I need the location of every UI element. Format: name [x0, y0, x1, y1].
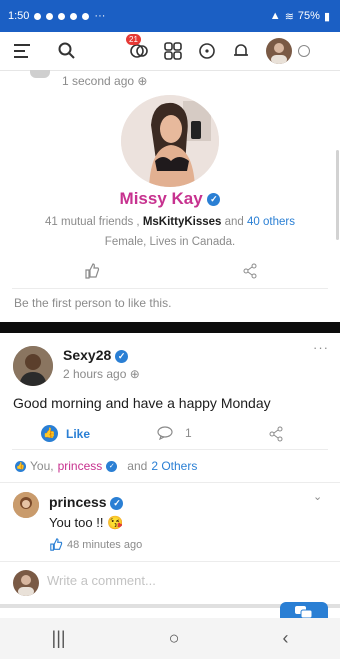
like-label: Like — [66, 426, 91, 441]
post-author[interactable]: Sexy28 — [63, 347, 111, 363]
comment-author-row: princess ✓ — [49, 494, 124, 510]
verified-icon: ✓ — [115, 349, 129, 363]
my-avatar — [13, 570, 39, 596]
verified-icon: ✓ — [110, 496, 124, 510]
signal-icon: ▲ — [269, 10, 281, 22]
post-timestamp: 2 hours ago ⊕ — [63, 367, 140, 381]
menu-icon[interactable] — [12, 40, 34, 62]
scrollbar[interactable] — [336, 150, 339, 240]
reaction-and: and — [127, 459, 148, 473]
post-separator — [0, 322, 340, 333]
author-avatar-partial — [30, 70, 50, 78]
notification-icon — [82, 12, 90, 20]
system-nav-bar: ||| ○ ‹ — [0, 618, 340, 659]
search-icon[interactable] — [56, 40, 78, 62]
notification-icon — [58, 12, 66, 20]
battery-icon: ▮ — [323, 10, 330, 23]
settings-icon[interactable] — [298, 45, 310, 57]
notification-icon — [46, 12, 54, 20]
top-nav: 21 — [0, 32, 340, 71]
chevron-down-icon[interactable]: ⌄ — [313, 490, 322, 503]
comment-text: You too !! — [49, 515, 104, 530]
reaction-you: You, — [30, 459, 54, 473]
status-bar: 1:50 ··· ▲ ≋ 75% ▮ — [0, 0, 340, 32]
recent-apps-icon[interactable]: ||| — [52, 628, 66, 649]
profile-avatar[interactable] — [266, 38, 292, 64]
reactions-summary[interactable]: 👍 You, princess ✓ and 2 Others — [15, 459, 197, 473]
status-time: 1:50 — [8, 10, 30, 22]
share-icon[interactable] — [268, 426, 284, 447]
reaction-others[interactable]: 2 Others — [151, 459, 197, 473]
author-avatar[interactable] — [13, 346, 53, 386]
wifi-icon: ≋ — [284, 10, 294, 23]
like-button[interactable]: 👍 Like — [41, 425, 90, 442]
suggested-user-name-row: Missy Kay ✓ — [0, 189, 340, 209]
suggested-user-name[interactable]: Missy Kay — [120, 189, 203, 208]
comment-text-row: You too !! 😘 — [49, 515, 123, 531]
comment-count: 1 — [185, 426, 192, 440]
suggested-user-info: Female, Lives in Canada. — [104, 236, 236, 248]
status-more: ··· — [94, 10, 106, 22]
reaction-friend[interactable]: princess — [58, 459, 103, 473]
comment-author[interactable]: princess — [49, 494, 107, 510]
mutual-count: 41 mutual friends , — [45, 216, 140, 228]
notification-badge: 21 — [126, 34, 141, 45]
post-timestamp: 1 second ago ⊕ — [62, 74, 148, 88]
globe-icon: ⊕ — [137, 74, 148, 88]
messages-icon[interactable] — [196, 40, 218, 62]
like-prompt: Be the first person to like this. — [14, 296, 172, 310]
globe-icon: ⊕ — [129, 367, 140, 381]
comment-input[interactable]: Write a comment... — [47, 573, 156, 588]
suggested-user-photo[interactable] — [121, 95, 219, 187]
divider — [0, 561, 340, 562]
verified-icon: ✓ — [106, 460, 118, 472]
chat-icon — [295, 606, 313, 619]
home-icon[interactable]: ○ — [169, 628, 180, 649]
groups-icon[interactable] — [162, 40, 184, 62]
emoji-icon: 😘 — [107, 515, 124, 530]
mutual-friends: 41 mutual friends , MsKittyKisses and 40… — [0, 216, 340, 228]
comment-button[interactable]: 1 — [157, 426, 192, 440]
comment-like-icon — [50, 538, 63, 551]
friend-requests-icon[interactable]: 21 — [126, 34, 150, 62]
notification-icon — [70, 12, 78, 20]
more-options-icon[interactable]: ··· — [313, 340, 329, 355]
post-author-row: Sexy28 ✓ — [63, 347, 129, 363]
comment-icon — [157, 426, 173, 440]
mutual-friend-link[interactable]: MsKittyKisses — [143, 216, 222, 228]
mutual-and: and — [224, 216, 244, 228]
share-icon[interactable] — [242, 263, 258, 284]
like-icon: 👍 — [41, 425, 58, 442]
comment-time: 48 minutes ago — [67, 538, 143, 551]
divider — [0, 482, 340, 483]
post-content: Good morning and have a happy Monday — [13, 395, 271, 411]
battery-level: 75% — [297, 10, 320, 22]
commenter-avatar[interactable] — [13, 492, 39, 518]
comment-meta: 48 minutes ago — [49, 538, 142, 551]
mutual-others-link[interactable]: 40 others — [247, 216, 295, 228]
like-reaction-icon: 👍 — [15, 460, 26, 472]
back-icon[interactable]: ‹ — [282, 628, 288, 649]
like-icon[interactable] — [84, 263, 100, 284]
divider — [12, 288, 328, 289]
bell-icon[interactable] — [230, 40, 252, 62]
divider — [12, 449, 328, 450]
notification-icon — [34, 12, 42, 20]
verified-icon: ✓ — [207, 193, 221, 207]
